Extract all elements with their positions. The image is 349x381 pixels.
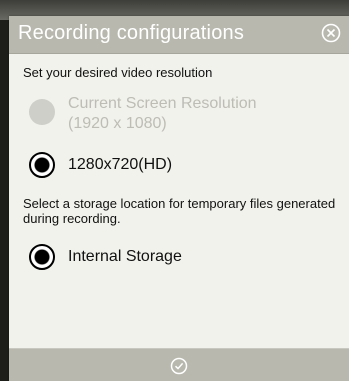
- check-circle-icon[interactable]: [170, 357, 188, 375]
- radio-button-selected[interactable]: [29, 244, 55, 270]
- dialog-titlebar: Recording configurations: [9, 16, 349, 54]
- radio-option-current-resolution: Current Screen Resolution (1920 x 1080): [29, 94, 257, 134]
- option-label-internal-storage: Internal Storage: [68, 248, 182, 265]
- dialog-title: Recording configurations: [18, 22, 245, 44]
- dialog-footer: [9, 348, 349, 381]
- recording-config-dialog: Recording configurations Set your desire…: [9, 16, 349, 381]
- resolution-label: Set your desired video resolution: [23, 65, 213, 80]
- option-label-current-resolution: Current Screen Resolution (1920 x 1080): [68, 95, 257, 132]
- close-icon[interactable]: [321, 23, 341, 43]
- radio-option-1280x720[interactable]: 1280x720(HD): [29, 152, 172, 178]
- radio-button-selected[interactable]: [29, 152, 55, 178]
- storage-label: Select a storage location for temporary …: [23, 196, 336, 226]
- radio-option-internal-storage[interactable]: Internal Storage: [29, 244, 182, 270]
- option-label-1280x720: 1280x720(HD): [68, 156, 173, 173]
- radio-button-disabled: [29, 99, 55, 125]
